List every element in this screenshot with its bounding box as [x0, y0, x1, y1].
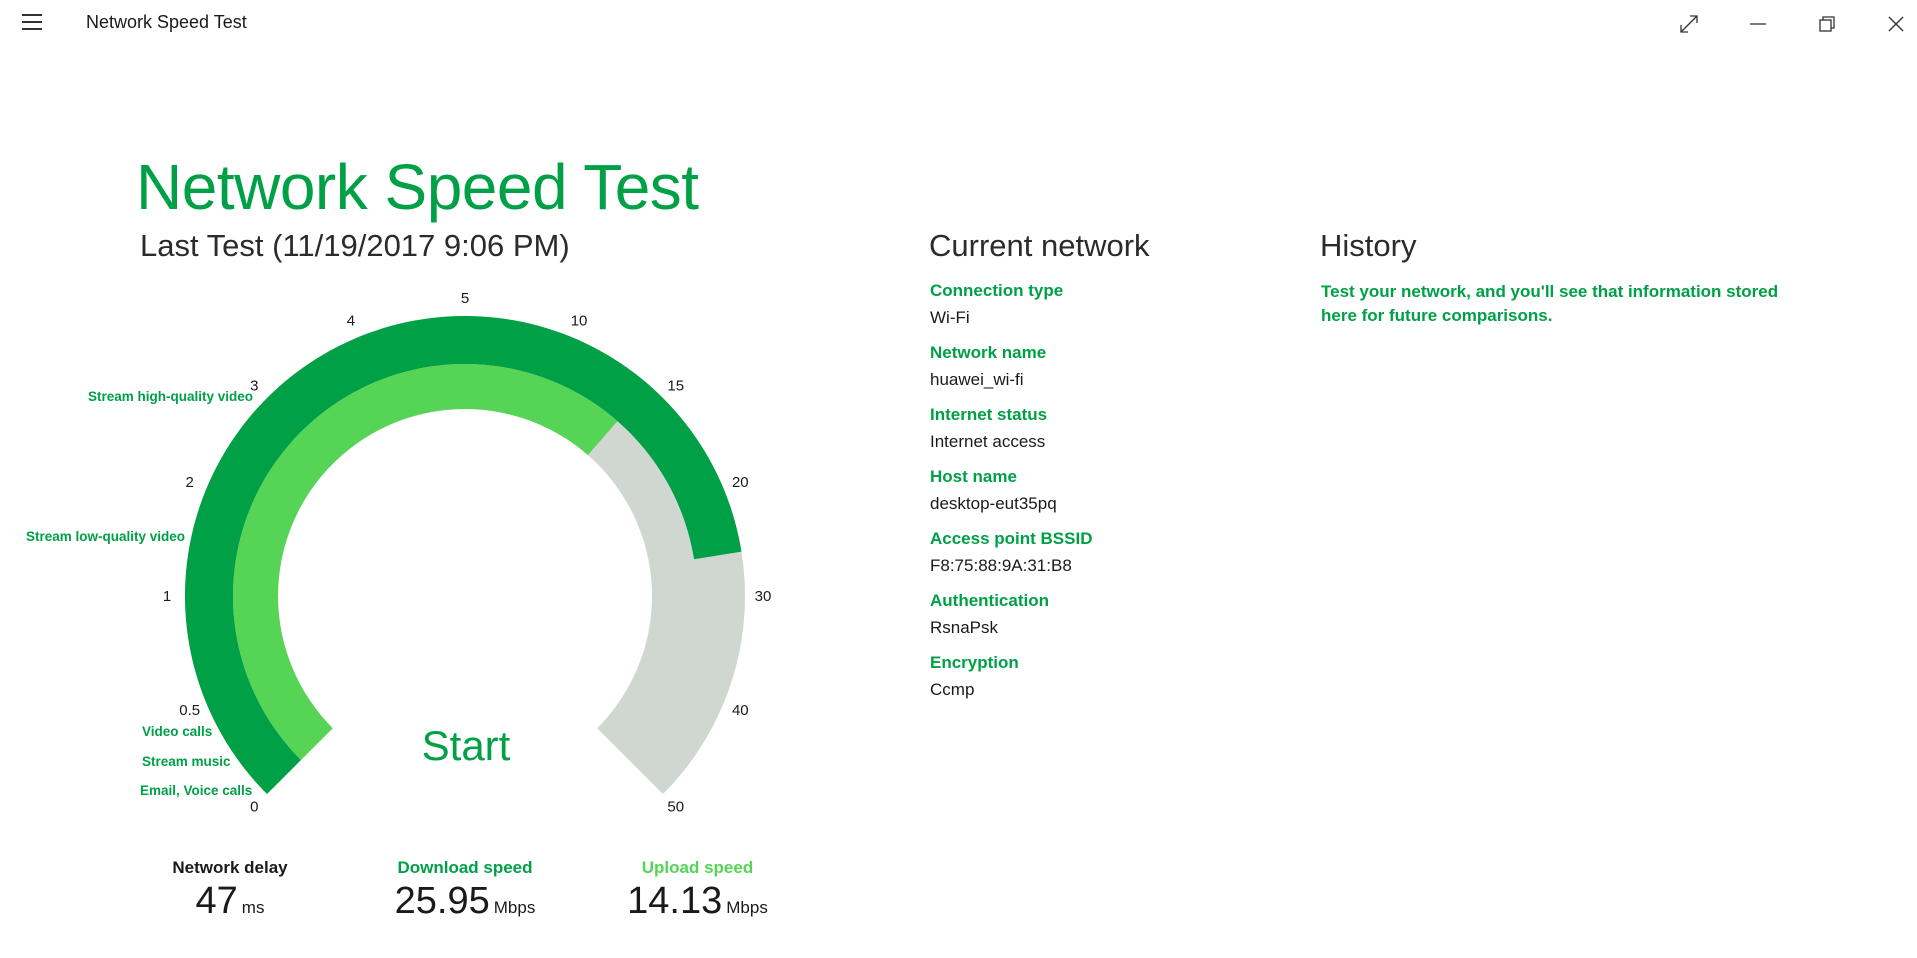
field-label: Internet status	[930, 405, 1048, 424]
download-speed-value: 25.95	[394, 880, 490, 922]
network-field-internet-status: Internet status Internet access	[930, 405, 1047, 452]
minimize-button[interactable]	[1724, 0, 1793, 48]
gauge-tick-label: 40	[732, 702, 749, 719]
field-value: Internet access	[930, 432, 1046, 451]
network-delay-value: 47	[195, 880, 238, 922]
zone-label-low-quality-video: Stream low-quality video	[26, 529, 185, 544]
zone-label-stream-music: Stream music	[142, 754, 231, 769]
field-value: RsnaPsk	[930, 618, 999, 637]
current-network-heading: Current network	[929, 228, 1150, 263]
field-label: Network name	[930, 343, 1047, 362]
network-delay-label: Network delay	[172, 858, 288, 877]
gauge-tick-label: 2	[186, 474, 194, 491]
gauge-tick-label: 10	[571, 313, 588, 330]
gauge-tick-label: 4	[347, 313, 355, 330]
expand-icon	[1680, 15, 1698, 33]
speed-gauge: 0 0.5 1 2 3 4 5 10 15 20 30 40 50 Email,…	[26, 290, 772, 816]
network-field-authentication: Authentication RsnaPsk	[930, 591, 1049, 638]
gauge-tick-label: 20	[732, 474, 749, 491]
field-value: huawei_wi-fi	[930, 370, 1024, 389]
field-label: Access point BSSID	[930, 529, 1093, 548]
download-speed-label: Download speed	[397, 858, 533, 877]
close-icon	[1888, 16, 1904, 32]
gauge-tick-label: 0.5	[179, 702, 200, 719]
field-value: Wi-Fi	[930, 308, 970, 327]
zone-label-high-quality-video: Stream high-quality video	[88, 389, 253, 404]
network-field-host-name: Host name desktop-eut35pq	[930, 467, 1057, 514]
restore-icon	[1819, 16, 1835, 32]
network-delay-unit: ms	[241, 898, 265, 917]
download-speed-metric: Download speed 25.95 Mbps	[390, 858, 540, 923]
gauge-tick-label: 5	[461, 290, 469, 307]
minimize-icon	[1750, 23, 1766, 25]
download-speed-unit: Mbps	[493, 898, 536, 917]
upload-speed-value: 14.13	[627, 880, 723, 922]
history-heading: History	[1320, 228, 1417, 263]
gauge-tick-label: 15	[667, 377, 684, 394]
field-label: Host name	[930, 467, 1017, 486]
network-field-connection-type: Connection type Wi-Fi	[930, 281, 1063, 328]
field-value: F8:75:88:9A:31:B8	[930, 556, 1072, 575]
field-value: Ccmp	[930, 680, 975, 699]
zone-label-email-voice: Email, Voice calls	[140, 783, 252, 798]
start-button[interactable]: Start	[422, 722, 511, 769]
field-label: Encryption	[930, 653, 1019, 672]
full-screen-button[interactable]	[1655, 0, 1724, 48]
gauge-tick-label: 1	[163, 588, 171, 605]
gauge-tick-label: 50	[667, 799, 684, 816]
close-button[interactable]	[1862, 0, 1917, 48]
upload-speed-metric: Upload speed 14.13 Mbps	[620, 858, 775, 923]
network-field-network-name: Network name huawei_wi-fi	[930, 343, 1046, 390]
network-field-bssid: Access point BSSID F8:75:88:9A:31:B8	[930, 529, 1093, 576]
field-label: Connection type	[930, 281, 1064, 300]
gauge-tick-label: 30	[755, 588, 772, 605]
zone-label-video-calls: Video calls	[142, 724, 212, 739]
field-label: Authentication	[930, 591, 1049, 610]
network-field-encryption: Encryption Ccmp	[930, 653, 1019, 700]
field-value: desktop-eut35pq	[930, 494, 1057, 513]
history-message: Test your network, and you'll see that i…	[1321, 282, 1779, 325]
restore-button[interactable]	[1793, 0, 1862, 48]
network-delay-metric: Network delay 47 ms	[170, 858, 290, 923]
upload-speed-unit: Mbps	[726, 898, 768, 917]
gauge-tick-label: 0	[250, 799, 258, 816]
upload-speed-label: Upload speed	[641, 858, 754, 877]
